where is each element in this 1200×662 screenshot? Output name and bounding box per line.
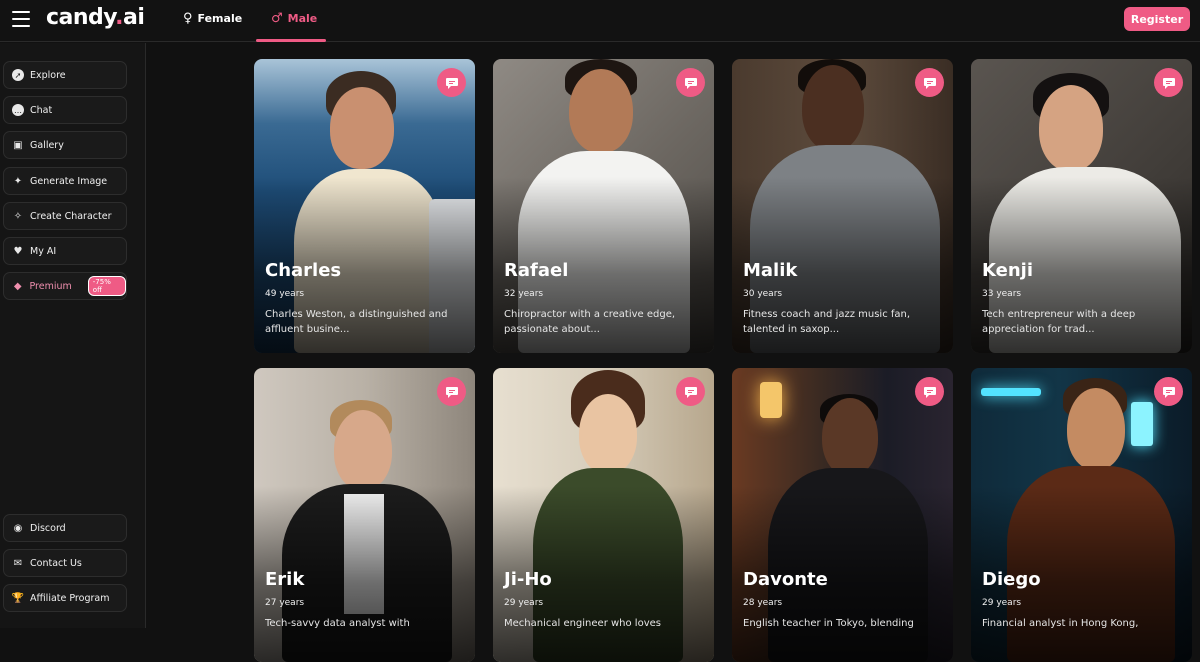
female-icon: ♀ xyxy=(183,11,193,26)
character-name: Erik xyxy=(265,569,305,590)
character-name: Davonte xyxy=(743,569,828,590)
character-description: Tech-savvy data analyst with xyxy=(265,618,410,629)
sidebar-item-label: Contact Us xyxy=(30,557,82,569)
character-card-diego[interactable]: Diego 29 years Financial analyst in Hong… xyxy=(971,368,1192,662)
chat-bubble-icon[interactable] xyxy=(437,377,466,406)
male-icon: ♂ xyxy=(271,11,283,26)
chat-bubble-icon[interactable] xyxy=(1154,68,1183,97)
character-name: Malik xyxy=(743,260,798,281)
heart-icon: ♥ xyxy=(13,245,23,257)
sidebar-item-my-ai[interactable]: ♥ My AI xyxy=(3,237,127,265)
character-card-ji-ho[interactable]: Ji-Ho 29 years Mechanical engineer who l… xyxy=(493,368,714,662)
discount-badge: -75% off xyxy=(87,276,126,296)
tab-female-label: Female xyxy=(197,12,243,25)
sidebar-item-label: Explore xyxy=(30,69,66,81)
sidebar: ➚ Explore … Chat ▣ Gallery ✦ Generate Im… xyxy=(0,43,146,628)
character-description: Chiropractor with a creative edge, passi… xyxy=(504,309,676,335)
character-description: Mechanical engineer who loves xyxy=(504,618,661,629)
character-card-davonte[interactable]: Davonte 28 years English teacher in Toky… xyxy=(732,368,953,662)
top-bar: candy.ai ♀ Female ♂ Male Register xyxy=(0,0,1200,42)
menu-icon[interactable] xyxy=(12,11,30,27)
chat-bubble-icon[interactable] xyxy=(676,68,705,97)
character-age: 32 years xyxy=(504,289,544,299)
character-description: Charles Weston, a distinguished and affl… xyxy=(265,309,448,335)
character-age: 33 years xyxy=(982,289,1022,299)
character-card-rafael[interactable]: Rafael 32 years Chiropractor with a crea… xyxy=(493,59,714,353)
chat-bubble-icon[interactable] xyxy=(437,68,466,97)
character-card-charles[interactable]: Charles 49 years Charles Weston, a disti… xyxy=(254,59,475,353)
mail-icon: ✉ xyxy=(13,557,23,569)
sidebar-item-contact-us[interactable]: ✉ Contact Us xyxy=(3,549,127,577)
tab-male[interactable]: ♂ Male xyxy=(271,11,317,26)
trophy-icon: 🏆 xyxy=(11,592,25,604)
character-card-erik[interactable]: Erik 27 years Tech-savvy data analyst wi… xyxy=(254,368,475,662)
sidebar-item-label: Generate Image xyxy=(30,175,108,187)
sidebar-item-label: Premium xyxy=(29,280,72,292)
active-tab-indicator xyxy=(256,39,326,42)
character-age: 27 years xyxy=(265,598,305,608)
character-name: Ji-Ho xyxy=(504,569,552,590)
sidebar-item-chat[interactable]: … Chat xyxy=(3,96,127,124)
character-description: Financial analyst in Hong Kong, xyxy=(982,618,1139,629)
character-age: 29 years xyxy=(982,598,1022,608)
gallery-icon: ▣ xyxy=(13,139,23,151)
magic-wand-icon: ✧ xyxy=(13,210,23,222)
sidebar-item-generate-image[interactable]: ✦ Generate Image xyxy=(3,167,127,195)
logo[interactable]: candy.ai xyxy=(46,5,145,30)
character-card-kenji[interactable]: Kenji 33 years Tech entrepreneur with a … xyxy=(971,59,1192,353)
sidebar-item-affiliate-program[interactable]: 🏆 Affiliate Program xyxy=(3,584,127,612)
sidebar-item-gallery[interactable]: ▣ Gallery xyxy=(3,131,127,159)
character-description: Tech entrepreneur with a deep appreciati… xyxy=(982,309,1136,335)
character-name: Charles xyxy=(265,260,342,281)
sidebar-item-explore[interactable]: ➚ Explore xyxy=(3,61,127,89)
chat-bubble-icon[interactable] xyxy=(915,377,944,406)
character-name: Rafael xyxy=(504,260,569,281)
compass-icon: ➚ xyxy=(12,69,24,81)
character-age: 29 years xyxy=(504,598,544,608)
chat-bubble-icon[interactable] xyxy=(1154,377,1183,406)
character-name: Diego xyxy=(982,569,1041,590)
chat-bubble-icon[interactable] xyxy=(676,377,705,406)
sidebar-item-label: Chat xyxy=(30,104,53,116)
character-age: 28 years xyxy=(743,598,783,608)
character-description: Fitness coach and jazz music fan, talent… xyxy=(743,309,911,335)
character-card-malik[interactable]: Malik 30 years Fitness coach and jazz mu… xyxy=(732,59,953,353)
sidebar-item-create-character[interactable]: ✧ Create Character xyxy=(3,202,127,230)
sidebar-item-premium[interactable]: ◆ Premium -75% off xyxy=(3,272,127,300)
character-age: 30 years xyxy=(743,289,783,299)
character-name: Kenji xyxy=(982,260,1033,281)
sidebar-item-label: My AI xyxy=(30,245,57,257)
sidebar-item-label: Discord xyxy=(30,522,66,534)
sidebar-item-label: Gallery xyxy=(30,139,64,151)
discord-icon: ◉ xyxy=(13,522,23,534)
sidebar-item-discord[interactable]: ◉ Discord xyxy=(3,514,127,542)
chat-bubble-icon[interactable] xyxy=(915,68,944,97)
tab-female[interactable]: ♀ Female xyxy=(183,11,242,26)
diamond-icon: ◆ xyxy=(13,280,22,292)
chat-bubble-icon: … xyxy=(12,104,24,116)
magic-image-icon: ✦ xyxy=(13,175,23,187)
sidebar-item-label: Affiliate Program xyxy=(30,592,110,604)
character-description: English teacher in Tokyo, blending xyxy=(743,618,914,629)
sidebar-item-label: Create Character xyxy=(30,210,112,222)
tab-male-label: Male xyxy=(287,12,318,25)
register-button[interactable]: Register xyxy=(1124,7,1190,31)
character-age: 49 years xyxy=(265,289,305,299)
